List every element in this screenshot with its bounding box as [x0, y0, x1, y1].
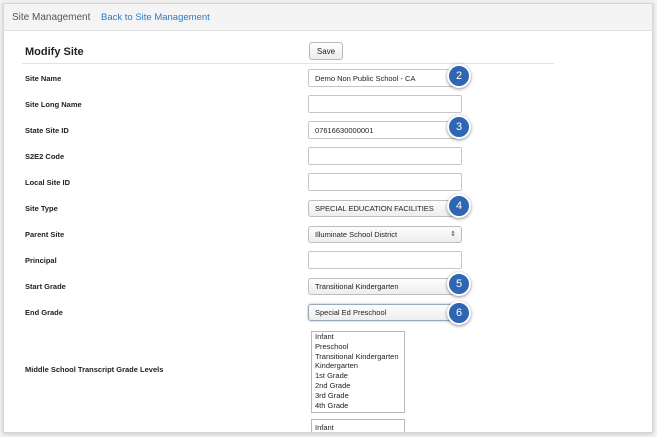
start-grade-label: Start Grade — [25, 282, 66, 291]
site-type-value: SPECIAL EDUCATION FACILITIES — [315, 204, 434, 213]
list-item[interactable]: Preschool — [312, 342, 404, 352]
principal-input[interactable] — [308, 251, 462, 269]
end-grade-label: End Grade — [25, 308, 63, 317]
next-grade-levels-listbox[interactable]: Infant — [311, 419, 405, 432]
list-item[interactable]: Infant — [312, 332, 404, 342]
list-item[interactable]: 2nd Grade — [312, 381, 404, 391]
callout-badge-6: 6 — [447, 301, 471, 325]
site-type-select[interactable]: SPECIAL EDUCATION FACILITIES — [308, 200, 462, 217]
state-site-id-label: State Site ID — [25, 126, 69, 135]
site-name-input[interactable] — [308, 69, 462, 87]
callout-badge-2: 2 — [447, 64, 471, 88]
s2e2-code-input[interactable] — [308, 147, 462, 165]
select-arrows-icon: ⇕ — [450, 231, 456, 238]
list-item[interactable]: Kindergarten — [312, 361, 404, 371]
list-item[interactable]: Transitional Kindergarten — [312, 352, 404, 362]
list-item[interactable]: 3rd Grade — [312, 391, 404, 401]
parent-site-value: Illuminate School District — [315, 230, 398, 239]
back-to-site-management-link[interactable]: Back to Site Management — [101, 12, 210, 23]
local-site-id-label: Local Site ID — [25, 178, 71, 187]
header-divider — [22, 63, 554, 64]
top-nav: Site Management Back to Site Management — [4, 4, 652, 31]
site-name-label: Site Name — [25, 74, 62, 83]
callout-badge-3: 3 — [447, 115, 471, 139]
nav-title: Site Management — [12, 12, 91, 23]
list-item[interactable]: 4th Grade — [312, 401, 404, 411]
callout-badge-5: 5 — [447, 272, 471, 296]
end-grade-select[interactable]: Special Ed Preschool — [308, 304, 462, 321]
page-title: Modify Site — [25, 46, 84, 58]
site-long-name-label: Site Long Name — [25, 100, 82, 109]
state-site-id-input[interactable] — [308, 121, 462, 139]
middle-school-levels-listbox[interactable]: Infant Preschool Transitional Kindergart… — [311, 331, 405, 413]
principal-label: Principal — [25, 256, 57, 265]
list-item[interactable]: Infant — [312, 420, 404, 432]
s2e2-code-label: S2E2 Code — [25, 152, 65, 161]
parent-site-select[interactable]: Illuminate School District ⇕ — [308, 226, 462, 243]
site-management-window: Site Management Back to Site Management … — [3, 3, 653, 433]
callout-badge-4: 4 — [447, 194, 471, 218]
middle-school-levels-label: Middle School Transcript Grade Levels — [25, 365, 164, 374]
parent-site-label: Parent Site — [25, 230, 65, 239]
start-grade-select[interactable]: Transitional Kindergarten — [308, 278, 462, 295]
save-button[interactable]: Save — [309, 42, 343, 60]
end-grade-value: Special Ed Preschool — [315, 308, 387, 317]
list-item[interactable]: 1st Grade — [312, 371, 404, 381]
local-site-id-input[interactable] — [308, 173, 462, 191]
site-long-name-input[interactable] — [308, 95, 462, 113]
site-type-label: Site Type — [25, 204, 58, 213]
start-grade-value: Transitional Kindergarten — [315, 282, 399, 291]
